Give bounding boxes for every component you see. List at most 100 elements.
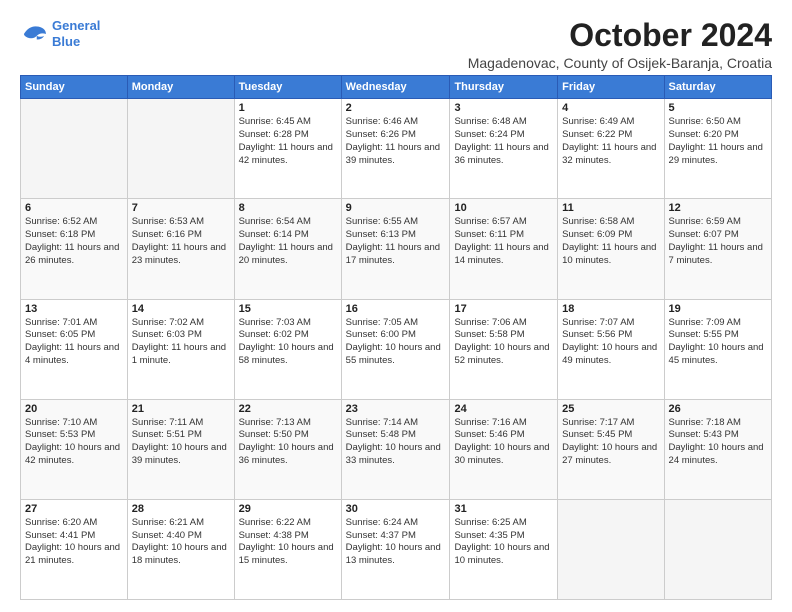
day-detail: Sunrise: 6:59 AM Sunset: 6:07 PM Dayligh… <box>669 216 767 267</box>
calendar-cell: 10Sunrise: 6:57 AM Sunset: 6:11 PM Dayli… <box>450 199 558 299</box>
day-number: 3 <box>454 102 553 114</box>
day-number: 8 <box>239 202 337 214</box>
day-detail: Sunrise: 6:48 AM Sunset: 6:24 PM Dayligh… <box>454 116 553 167</box>
calendar-cell: 30 Sunrise: 6:24 AM Sunset: 4:37 PM Dayli… <box>341 499 450 599</box>
day-number: 26 <box>669 403 767 415</box>
calendar-cell: 22 Sunrise: 7:13 AM Sunset: 5:50 PM Dayli… <box>234 399 341 499</box>
calendar-header-thursday: Thursday <box>450 76 558 99</box>
calendar-cell: 20 Sunrise: 7:10 AM Sunset: 5:53 PM Dayli… <box>21 399 128 499</box>
day-detail: Sunrise: 7:03 AM Sunset: 6:02 PM Dayligh… <box>239 317 337 368</box>
day-number: 27 <box>25 503 123 515</box>
day-detail: Sunrise: 6:55 AM Sunset: 6:13 PM Dayligh… <box>346 216 446 267</box>
page: General Blue October 2024 Magadenovac, C… <box>0 0 792 612</box>
calendar-week-2: 6 Sunrise: 6:52 AM Sunset: 6:18 PM Daylig… <box>21 199 772 299</box>
calendar-cell: 24 Sunrise: 7:16 AM Sunset: 5:46 PM Dayli… <box>450 399 558 499</box>
logo: General Blue <box>20 18 100 49</box>
day-detail: Sunrise: 6:52 AM Sunset: 6:18 PM Dayligh… <box>25 216 123 267</box>
calendar-cell: 23 Sunrise: 7:14 AM Sunset: 5:48 PM Dayli… <box>341 399 450 499</box>
day-number: 14 <box>132 303 230 315</box>
day-number: 23 <box>346 403 446 415</box>
day-detail: Sunrise: 6:24 AM Sunset: 4:37 PM Dayligh… <box>346 517 446 568</box>
day-detail: Sunrise: 6:58 AM Sunset: 6:09 PM Dayligh… <box>562 216 659 267</box>
day-number: 10 <box>454 202 553 214</box>
day-number: 2 <box>346 102 446 114</box>
day-detail: Sunrise: 7:07 AM Sunset: 5:56 PM Dayligh… <box>562 317 659 368</box>
day-number: 13 <box>25 303 123 315</box>
calendar-header-tuesday: Tuesday <box>234 76 341 99</box>
logo-line1: General <box>52 18 100 33</box>
day-number: 12 <box>669 202 767 214</box>
calendar-cell: 16 Sunrise: 7:05 AM Sunset: 6:00 PM Dayli… <box>341 299 450 399</box>
day-number: 25 <box>562 403 659 415</box>
day-number: 4 <box>562 102 659 114</box>
calendar-cell: 17Sunrise: 7:06 AM Sunset: 5:58 PM Dayli… <box>450 299 558 399</box>
day-detail: Sunrise: 6:45 AM Sunset: 6:28 PM Dayligh… <box>239 116 337 167</box>
day-detail: Sunrise: 6:54 AM Sunset: 6:14 PM Dayligh… <box>239 216 337 267</box>
day-detail: Sunrise: 6:50 AM Sunset: 6:20 PM Dayligh… <box>669 116 767 167</box>
calendar-cell: 1Sunrise: 6:45 AM Sunset: 6:28 PM Daylig… <box>234 99 341 199</box>
calendar-cell: 8 Sunrise: 6:54 AM Sunset: 6:14 PM Daylig… <box>234 199 341 299</box>
calendar-cell: 15 Sunrise: 7:03 AM Sunset: 6:02 PM Dayli… <box>234 299 341 399</box>
day-detail: Sunrise: 7:05 AM Sunset: 6:00 PM Dayligh… <box>346 317 446 368</box>
header: General Blue October 2024 Magadenovac, C… <box>20 18 772 71</box>
calendar-week-1: 1Sunrise: 6:45 AM Sunset: 6:28 PM Daylig… <box>21 99 772 199</box>
day-detail: Sunrise: 6:49 AM Sunset: 6:22 PM Dayligh… <box>562 116 659 167</box>
day-number: 15 <box>239 303 337 315</box>
day-detail: Sunrise: 7:13 AM Sunset: 5:50 PM Dayligh… <box>239 417 337 468</box>
day-number: 16 <box>346 303 446 315</box>
day-number: 20 <box>25 403 123 415</box>
calendar-cell: 29Sunrise: 6:22 AM Sunset: 4:38 PM Dayli… <box>234 499 341 599</box>
calendar-cell: 26Sunrise: 7:18 AM Sunset: 5:43 PM Dayli… <box>664 399 771 499</box>
calendar-cell <box>127 99 234 199</box>
logo-icon <box>20 23 48 45</box>
day-number: 31 <box>454 503 553 515</box>
day-number: 18 <box>562 303 659 315</box>
logo-text: General Blue <box>52 18 100 49</box>
calendar-cell: 7 Sunrise: 6:53 AM Sunset: 6:16 PM Daylig… <box>127 199 234 299</box>
day-number: 28 <box>132 503 230 515</box>
calendar-header-friday: Friday <box>558 76 664 99</box>
calendar-week-5: 27 Sunrise: 6:20 AM Sunset: 4:41 PM Dayli… <box>21 499 772 599</box>
day-detail: Sunrise: 6:20 AM Sunset: 4:41 PM Dayligh… <box>25 517 123 568</box>
calendar-cell: 18 Sunrise: 7:07 AM Sunset: 5:56 PM Dayli… <box>558 299 664 399</box>
day-number: 7 <box>132 202 230 214</box>
day-number: 11 <box>562 202 659 214</box>
calendar-cell: 5Sunrise: 6:50 AM Sunset: 6:20 PM Daylig… <box>664 99 771 199</box>
calendar-cell <box>558 499 664 599</box>
calendar-header-monday: Monday <box>127 76 234 99</box>
calendar-cell: 2Sunrise: 6:46 AM Sunset: 6:26 PM Daylig… <box>341 99 450 199</box>
calendar-cell: 25Sunrise: 7:17 AM Sunset: 5:45 PM Dayli… <box>558 399 664 499</box>
day-detail: Sunrise: 7:01 AM Sunset: 6:05 PM Dayligh… <box>25 317 123 368</box>
calendar-cell: 14 Sunrise: 7:02 AM Sunset: 6:03 PM Dayli… <box>127 299 234 399</box>
day-detail: Sunrise: 7:09 AM Sunset: 5:55 PM Dayligh… <box>669 317 767 368</box>
day-detail: Sunrise: 7:02 AM Sunset: 6:03 PM Dayligh… <box>132 317 230 368</box>
calendar-header-sunday: Sunday <box>21 76 128 99</box>
month-title: October 2024 <box>468 18 772 53</box>
calendar-cell: 31Sunrise: 6:25 AM Sunset: 4:35 PM Dayli… <box>450 499 558 599</box>
day-detail: Sunrise: 6:53 AM Sunset: 6:16 PM Dayligh… <box>132 216 230 267</box>
calendar-week-4: 20 Sunrise: 7:10 AM Sunset: 5:53 PM Dayli… <box>21 399 772 499</box>
day-number: 30 <box>346 503 446 515</box>
day-number: 6 <box>25 202 123 214</box>
day-number: 24 <box>454 403 553 415</box>
calendar-cell: 9Sunrise: 6:55 AM Sunset: 6:13 PM Daylig… <box>341 199 450 299</box>
calendar-header-wednesday: Wednesday <box>341 76 450 99</box>
day-detail: Sunrise: 7:06 AM Sunset: 5:58 PM Dayligh… <box>454 317 553 368</box>
subtitle: Magadenovac, County of Osijek-Baranja, C… <box>468 55 772 71</box>
calendar-cell: 11 Sunrise: 6:58 AM Sunset: 6:09 PM Dayli… <box>558 199 664 299</box>
calendar-table: SundayMondayTuesdayWednesdayThursdayFrid… <box>20 75 772 600</box>
day-detail: Sunrise: 7:14 AM Sunset: 5:48 PM Dayligh… <box>346 417 446 468</box>
calendar-cell: 19 Sunrise: 7:09 AM Sunset: 5:55 PM Dayli… <box>664 299 771 399</box>
calendar-header-row: SundayMondayTuesdayWednesdayThursdayFrid… <box>21 76 772 99</box>
day-detail: Sunrise: 7:10 AM Sunset: 5:53 PM Dayligh… <box>25 417 123 468</box>
day-detail: Sunrise: 7:16 AM Sunset: 5:46 PM Dayligh… <box>454 417 553 468</box>
day-detail: Sunrise: 6:21 AM Sunset: 4:40 PM Dayligh… <box>132 517 230 568</box>
calendar-cell: 13 Sunrise: 7:01 AM Sunset: 6:05 PM Dayli… <box>21 299 128 399</box>
day-number: 22 <box>239 403 337 415</box>
calendar-week-3: 13 Sunrise: 7:01 AM Sunset: 6:05 PM Dayli… <box>21 299 772 399</box>
calendar-cell: 6 Sunrise: 6:52 AM Sunset: 6:18 PM Daylig… <box>21 199 128 299</box>
calendar-cell: 12 Sunrise: 6:59 AM Sunset: 6:07 PM Dayli… <box>664 199 771 299</box>
day-detail: Sunrise: 6:22 AM Sunset: 4:38 PM Dayligh… <box>239 517 337 568</box>
day-number: 21 <box>132 403 230 415</box>
day-number: 19 <box>669 303 767 315</box>
